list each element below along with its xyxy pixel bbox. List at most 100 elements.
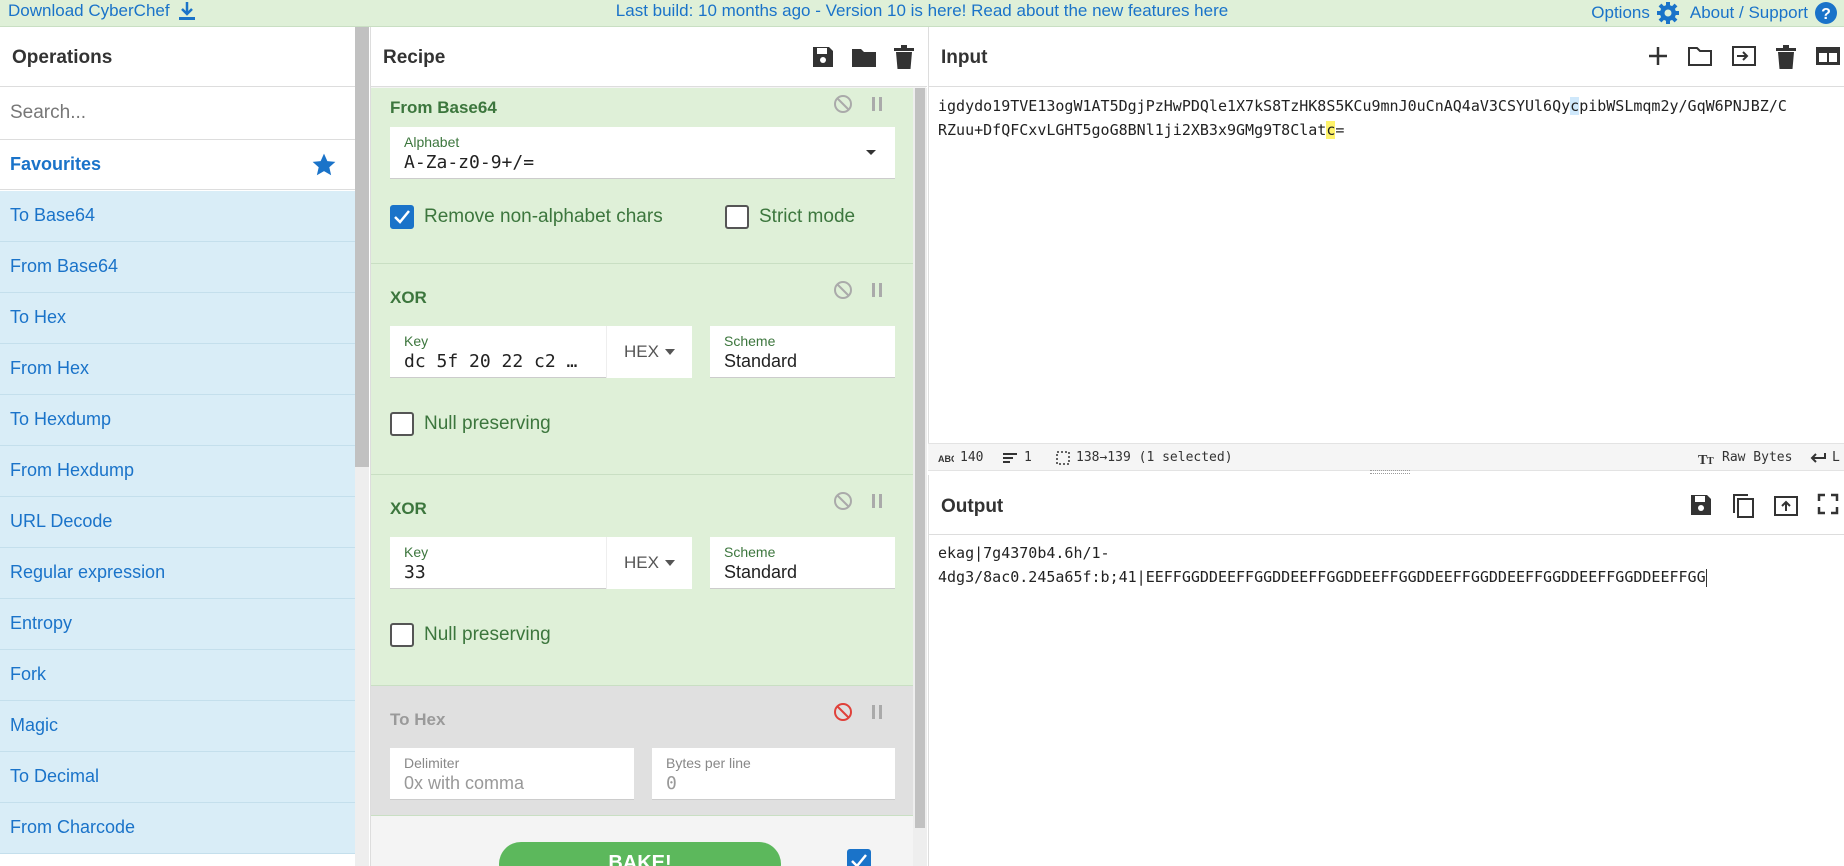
operations-scrollbar-thumb[interactable] [355,27,369,467]
operation-to-hex[interactable]: To Hex [0,293,355,344]
pause-icon[interactable] [869,491,885,511]
clear-input-icon[interactable] [1775,45,1797,69]
remove-non-alphabet-checkbox[interactable]: Remove non-alphabet chars [390,205,663,229]
save-recipe-icon[interactable] [811,45,835,69]
options-button[interactable]: Options [1591,1,1680,25]
checkbox-unchecked[interactable] [390,623,414,647]
open-folder-icon[interactable] [1687,45,1713,67]
strict-mode-label: Strict mode [759,206,856,227]
load-recipe-icon[interactable] [851,45,877,69]
delimiter-select[interactable]: Delimiter 0x with comma [390,748,634,800]
key-format-label: HEX [624,342,659,361]
operation-magic[interactable]: Magic [0,701,355,752]
length-stat: ABC 140 [938,450,983,465]
output-title: Output [941,496,1004,517]
xor-key-input[interactable]: Key dc 5f 20 22 c2 … [390,326,606,378]
alphabet-label: Alphabet [404,134,460,150]
gear-icon [1656,2,1679,24]
recipe-panel: Recipe From Base64 Alphabet A-Za-z0-9+/=… [370,27,927,866]
operation-to-decimal[interactable]: To Decimal [0,752,355,803]
encoding-selector[interactable]: TT Raw Bytes [1698,450,1792,465]
output-text[interactable]: ekag|7g4370b4.6h/1- 4dg3/8ac0.245a65f:b;… [938,541,1707,589]
eol-selector[interactable]: L [1810,450,1840,465]
copy-output-icon[interactable] [1731,493,1755,519]
text-cursor [1705,568,1707,587]
disable-icon[interactable] [833,491,853,511]
op-title: XOR [390,288,427,307]
pause-icon[interactable] [869,280,885,300]
operation-from-base64[interactable]: From Base64 [0,242,355,293]
operation-fork[interactable]: Fork [0,650,355,701]
disable-icon[interactable] [833,280,853,300]
operation-regular-expression[interactable]: Regular expression [0,548,355,599]
about-label: About / Support [1689,3,1808,22]
clear-recipe-icon[interactable] [893,45,915,69]
key-value: 33 [404,562,426,583]
pause-icon[interactable] [869,94,885,114]
null-preserving-checkbox[interactable]: Null preserving [390,412,551,436]
bake-button[interactable]: BAKE! [499,842,781,866]
disable-icon[interactable] [833,94,853,114]
checkbox-unchecked[interactable] [390,412,414,436]
caret-down-icon [664,560,675,566]
operations-scrollbar[interactable] [355,27,369,866]
key-label: Key [404,544,429,560]
checkbox-unchecked[interactable] [725,205,749,229]
alphabet-select[interactable]: Alphabet A-Za-z0-9+/= [390,127,895,179]
search-input[interactable]: Search... [0,88,355,140]
input-text[interactable]: igdydo19TVE13ogW1AT5DgjPzHwPDQle1X7kS8Tz… [938,94,1787,142]
output-header: Output [929,475,1844,535]
save-output-icon[interactable] [1689,493,1713,517]
recipe-scrollbar[interactable] [913,88,927,866]
recipe-scrollbar-thumb[interactable] [915,88,925,828]
disabled-icon[interactable] [833,702,853,722]
add-tab-icon[interactable] [1647,45,1669,67]
bytes-per-line-input[interactable]: Bytes per line 0 [652,748,895,800]
output-line1: ekag|7g4370b4.6h/1- [938,544,1110,562]
output-line2: 4dg3/8ac0.245a65f:b;41|EEFFGGDDEEFFGGDDE… [938,568,1706,586]
key-format-dropdown[interactable]: HEX [606,537,692,589]
alphabet-value: A-Za-z0-9+/= [404,152,535,173]
selection-stat: 138→139 (1 selected) [1056,450,1233,465]
options-label: Options [1591,3,1650,22]
favourites-label: Favourites [10,154,102,174]
scheme-value: Standard [724,351,798,371]
xor-key-input[interactable]: Key 33 [390,537,606,589]
about-button[interactable]: About / Support ? [1690,1,1838,25]
operation-to-hexdump[interactable]: To Hexdump [0,395,355,446]
resize-handle[interactable] [1370,470,1410,474]
caret-down-icon [866,150,876,155]
build-message[interactable]: Last build: 10 months ago - Version 10 i… [0,1,1844,21]
input-line1-b: pibWSLmqm2y/GqW6PNJBZ/C [1579,97,1787,115]
checkbox-checked[interactable] [390,205,414,229]
replace-input-icon[interactable] [1773,493,1799,517]
operation-url-decode[interactable]: URL Decode [0,497,355,548]
open-file-icon[interactable] [1731,45,1757,67]
svg-text:ABC: ABC [938,454,954,463]
operation-from-hexdump[interactable]: From Hexdump [0,446,355,497]
layout-icon[interactable] [1815,45,1841,67]
operation-entropy[interactable]: Entropy [0,599,355,650]
pause-icon[interactable] [869,702,885,722]
scheme-select[interactable]: Scheme Standard [710,326,895,378]
scheme-label: Scheme [724,333,776,349]
selection-icon [1056,450,1070,465]
scheme-select[interactable]: Scheme Standard [710,537,895,589]
strict-mode-checkbox[interactable]: Strict mode [725,205,855,229]
caret-down-icon [664,349,675,355]
operation-from-hex[interactable]: From Hex [0,344,355,395]
op-title: To Hex [390,710,446,729]
null-preserving-label: Null preserving [424,413,551,434]
length-value: 140 [960,450,984,465]
key-format-dropdown[interactable]: HEX [606,326,692,378]
operations-list: To Base64 From Base64 To Hex From Hex To… [0,191,355,854]
recipe-op-from-base64: From Base64 Alphabet A-Za-z0-9+/= Remove… [371,88,913,264]
null-preserving-checkbox[interactable]: Null preserving [390,623,551,647]
operation-to-base64[interactable]: To Base64 [0,191,355,242]
favourites-category[interactable]: Favourites [0,140,355,190]
operation-from-charcode[interactable]: From Charcode [0,803,355,854]
auto-bake-checkbox[interactable] [847,849,871,866]
maximise-icon[interactable] [1817,493,1839,515]
bytes-per-line-value: 0 [666,773,677,794]
input-title: Input [941,47,988,68]
